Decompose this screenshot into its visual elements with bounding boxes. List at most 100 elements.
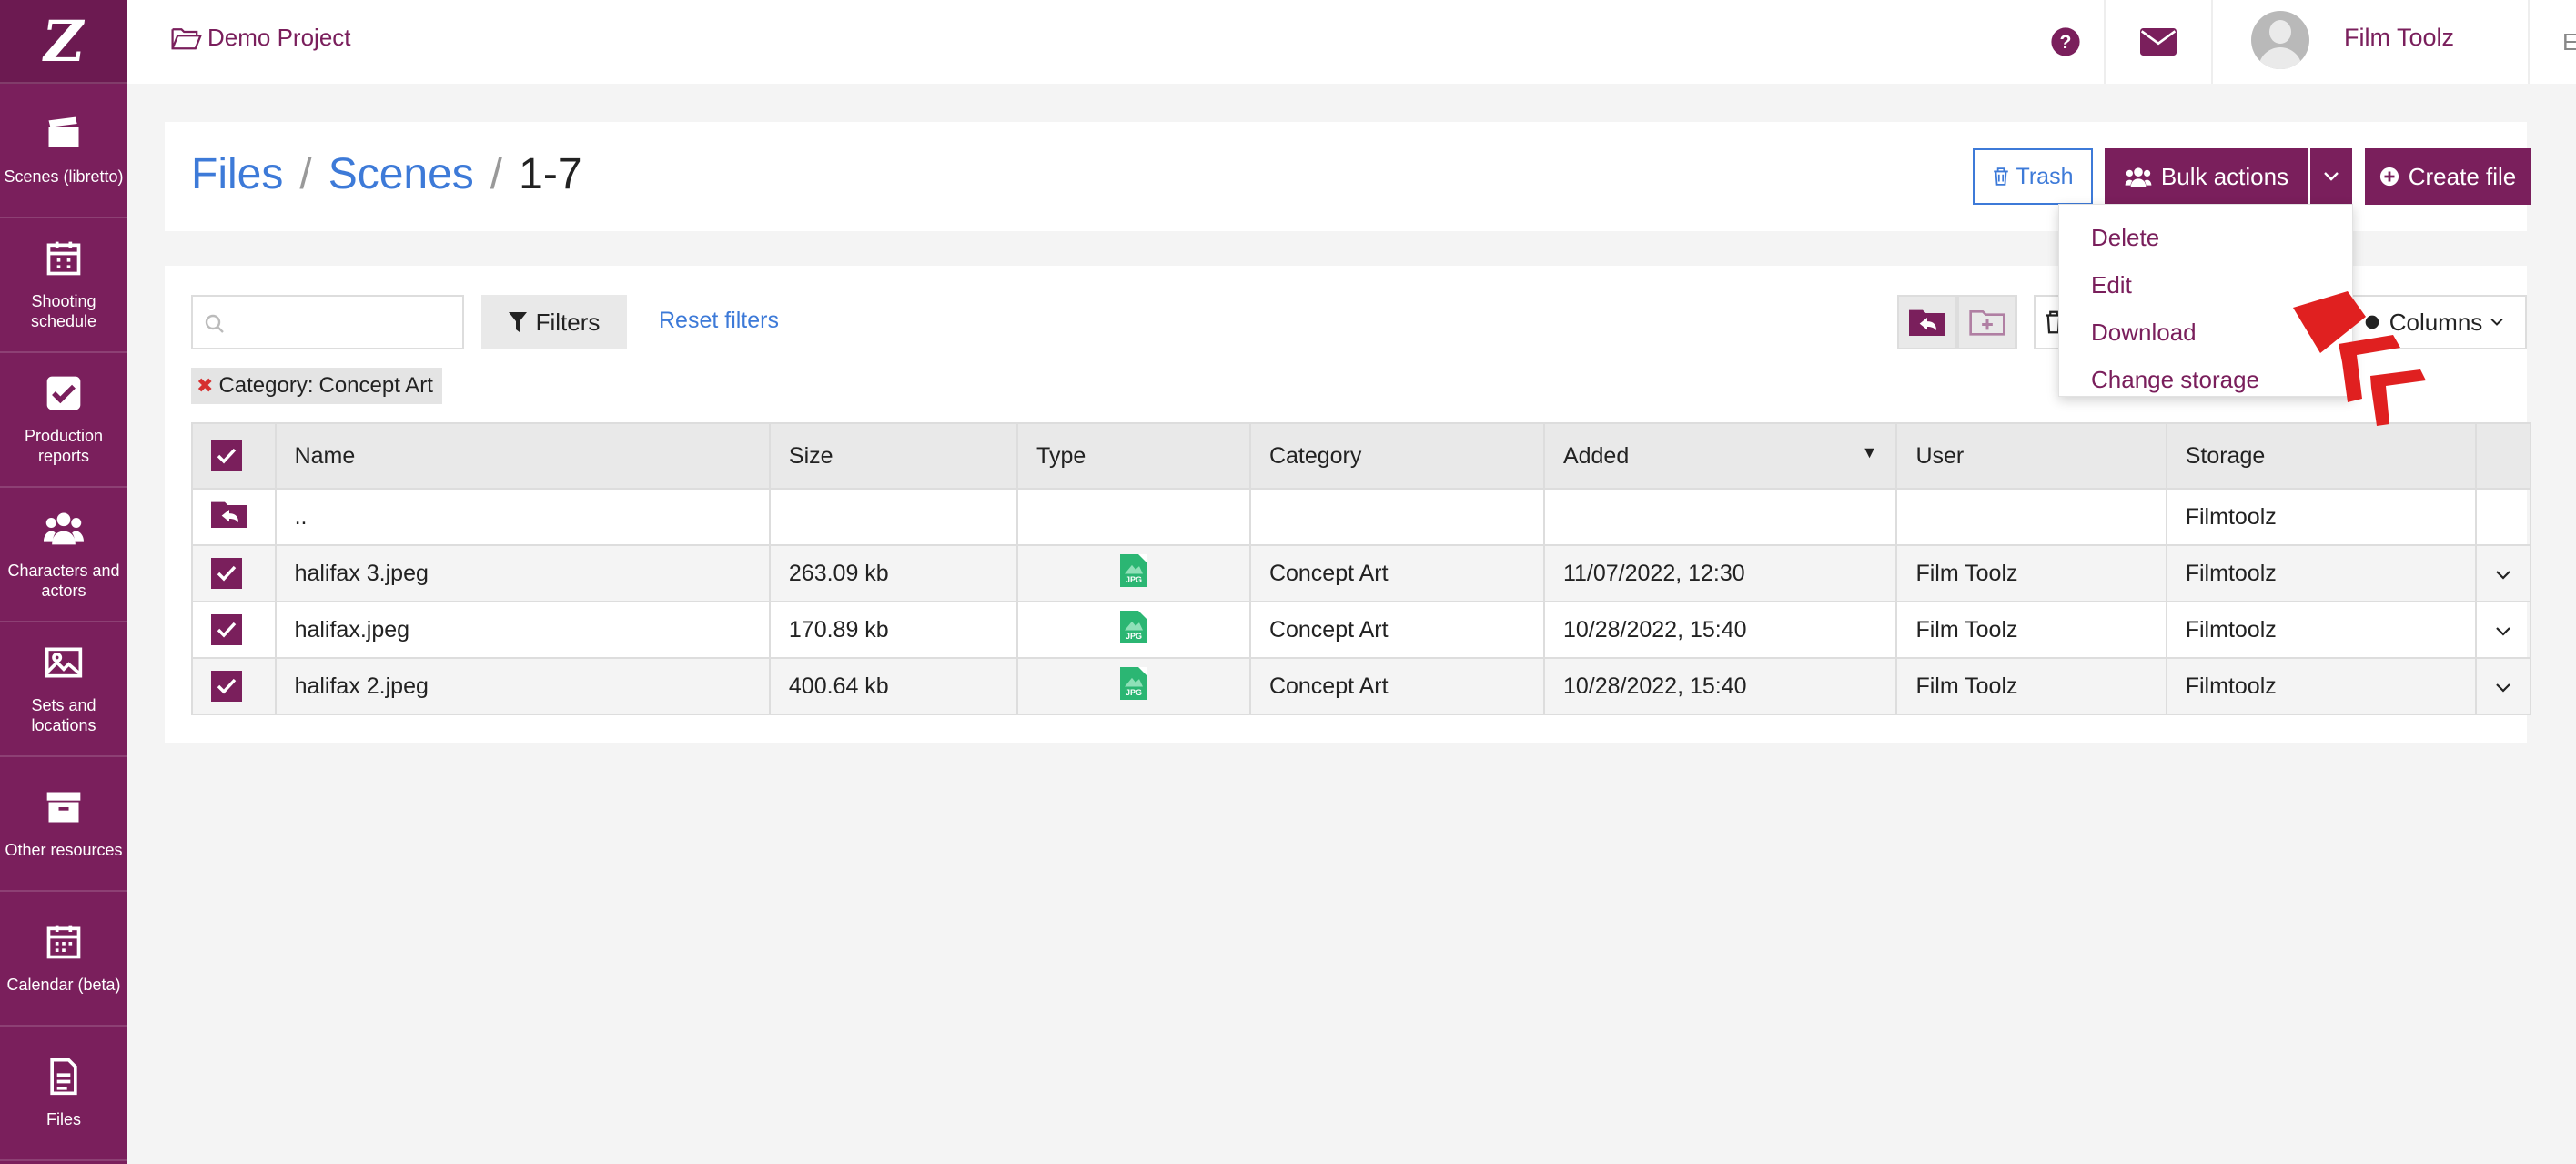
sidebar-item-label: Sets and locations (31, 696, 96, 734)
column-header-category[interactable]: Category (1248, 422, 1545, 490)
sidebar-item-label: Production reports (24, 427, 104, 465)
plus-circle-icon (2379, 167, 2399, 187)
column-header-size[interactable]: Size (768, 422, 1019, 490)
project-selector[interactable]: Demo Project (171, 24, 351, 52)
table-row[interactable]: halifax 3.jpeg 263.09 kb JPG Concept Art… (191, 544, 2531, 602)
file-added: 10/28/2022, 15:40 (1542, 601, 1898, 659)
sidebar-item-characters[interactable]: Characters and actors (0, 488, 127, 622)
file-name[interactable]: halifax 3.jpeg (274, 544, 771, 602)
file-icon (50, 1058, 77, 1096)
sidebar-item-production-reports[interactable]: Production reports (0, 353, 127, 488)
parent-folder-button[interactable] (1897, 295, 1957, 349)
file-added: 10/28/2022, 15:40 (1542, 657, 1898, 715)
help-button[interactable]: ? (2020, 0, 2111, 84)
file-category: Concept Art (1248, 657, 1545, 715)
user-name[interactable]: Film Toolz (2344, 24, 2454, 52)
trash-label: Trash (2015, 163, 2074, 189)
avatar[interactable] (2251, 11, 2309, 69)
table-row[interactable]: halifax.jpeg 170.89 kb JPG Concept Art 1… (191, 601, 2531, 659)
jpg-file-icon: JPG (1119, 553, 1147, 587)
breadcrumb-scenes[interactable]: Scenes (328, 149, 474, 199)
file-size: 263.09 kb (768, 544, 1019, 602)
envelope-icon (2140, 28, 2177, 56)
chevron-down-icon (2496, 570, 2510, 580)
file-storage: Filmtoolz (2165, 657, 2478, 715)
trash-button[interactable]: Trash (1973, 148, 2093, 205)
files-table: Name Size Type Category Added ▼ User Stor… (191, 422, 2531, 715)
filters-label: Filters (535, 308, 601, 336)
help-icon: ? (2051, 27, 2080, 56)
calendar-grid-icon (46, 241, 81, 276)
row-menu-button[interactable] (2475, 601, 2531, 659)
row-checkbox[interactable] (211, 671, 242, 702)
sort-desc-icon: ▼ (1861, 442, 1878, 461)
folder-open-icon (171, 27, 202, 49)
filter-icon (508, 312, 527, 332)
top-bar: Demo Project ? Film Toolz EN (127, 0, 2576, 84)
row-checkbox[interactable] (211, 614, 242, 645)
calendar-icon (46, 925, 81, 959)
row-menu-button[interactable] (2475, 657, 2531, 715)
sidebar-item-label: Files (45, 1110, 81, 1129)
menu-item-delete[interactable]: Delete (2059, 214, 2352, 261)
create-file-button[interactable]: Create file (2365, 148, 2531, 205)
file-user: Film Toolz (1895, 601, 2167, 659)
parent-folder-row[interactable]: .. Filmtoolz (191, 488, 2531, 546)
file-storage: Filmtoolz (2165, 601, 2478, 659)
column-header-type[interactable]: Type (1016, 422, 1251, 490)
sidebar-item-label: Calendar (beta) (6, 976, 121, 994)
row-checkbox[interactable] (211, 558, 242, 589)
column-header-user[interactable]: User (1895, 422, 2167, 490)
column-header-added-label: Added (1562, 442, 1630, 469)
bulk-actions-button[interactable]: Bulk actions (2105, 148, 2308, 205)
sidebar-item-sets-locations[interactable]: Sets and locations (0, 622, 127, 757)
bulk-actions-label: Bulk actions (2160, 162, 2289, 190)
trash-icon (1993, 167, 2008, 186)
row-menu-button[interactable] (2475, 544, 2531, 602)
chevron-down-icon (2496, 683, 2510, 693)
select-all-cell[interactable] (191, 422, 277, 490)
reset-filters-link[interactable]: Reset filters (659, 308, 779, 334)
column-header-actions (2475, 422, 2531, 490)
sidebar-item-label: Shooting schedule (30, 292, 97, 330)
select-all-checkbox[interactable] (211, 440, 242, 471)
pointer-cursor-icon (2293, 291, 2426, 426)
messages-button[interactable] (2104, 0, 2213, 84)
archive-box-icon (46, 792, 81, 823)
sidebar-item-other-resources[interactable]: Other resources (0, 757, 127, 892)
sidebar-item-shooting-schedule[interactable]: Shooting schedule (0, 218, 127, 353)
sidebar-item-scenes[interactable]: Scenes (libretto) (0, 84, 127, 218)
new-folder-button[interactable] (1957, 295, 2017, 349)
column-header-added[interactable]: Added ▼ (1542, 422, 1898, 490)
file-name[interactable]: halifax 2.jpeg (274, 657, 771, 715)
remove-filter-icon[interactable]: ✖ (197, 374, 213, 398)
table-row[interactable]: halifax 2.jpeg 400.64 kb JPG Concept Art… (191, 657, 2531, 715)
column-header-name[interactable]: Name (274, 422, 771, 490)
sidebar-item-calendar[interactable]: Calendar (beta) (0, 892, 127, 1027)
create-file-label: Create file (2408, 162, 2517, 190)
file-name[interactable]: halifax.jpeg (274, 601, 771, 659)
breadcrumb-separator: / (299, 150, 312, 198)
chevron-down-icon (2490, 318, 2503, 326)
chevron-down-icon (2496, 626, 2510, 636)
folder-up-icon (1909, 309, 1945, 336)
sidebar-item-files[interactable]: Files (0, 1027, 127, 1161)
file-user: Film Toolz (1895, 544, 2167, 602)
app-logo[interactable]: Z (0, 0, 127, 84)
parent-folder-name[interactable]: .. (274, 488, 771, 546)
column-header-storage[interactable]: Storage (2165, 422, 2478, 490)
sidebar-item-label: Other resources (5, 841, 123, 859)
file-added: 11/07/2022, 12:30 (1542, 544, 1898, 602)
jpg-file-icon: JPG (1119, 610, 1147, 643)
search-input[interactable] (191, 295, 464, 349)
bulk-actions-toggle[interactable] (2310, 148, 2352, 205)
filters-button[interactable]: Filters (481, 295, 627, 349)
table-header-row: Name Size Type Category Added ▼ User Stor… (191, 422, 2531, 490)
chevron-down-icon (2324, 172, 2339, 181)
language-selector[interactable]: EN (2528, 0, 2576, 84)
users-icon (44, 512, 84, 545)
image-icon (45, 647, 83, 678)
breadcrumb-files[interactable]: Files (191, 149, 283, 199)
file-type: JPG (1016, 601, 1251, 659)
file-category: Concept Art (1248, 544, 1545, 602)
